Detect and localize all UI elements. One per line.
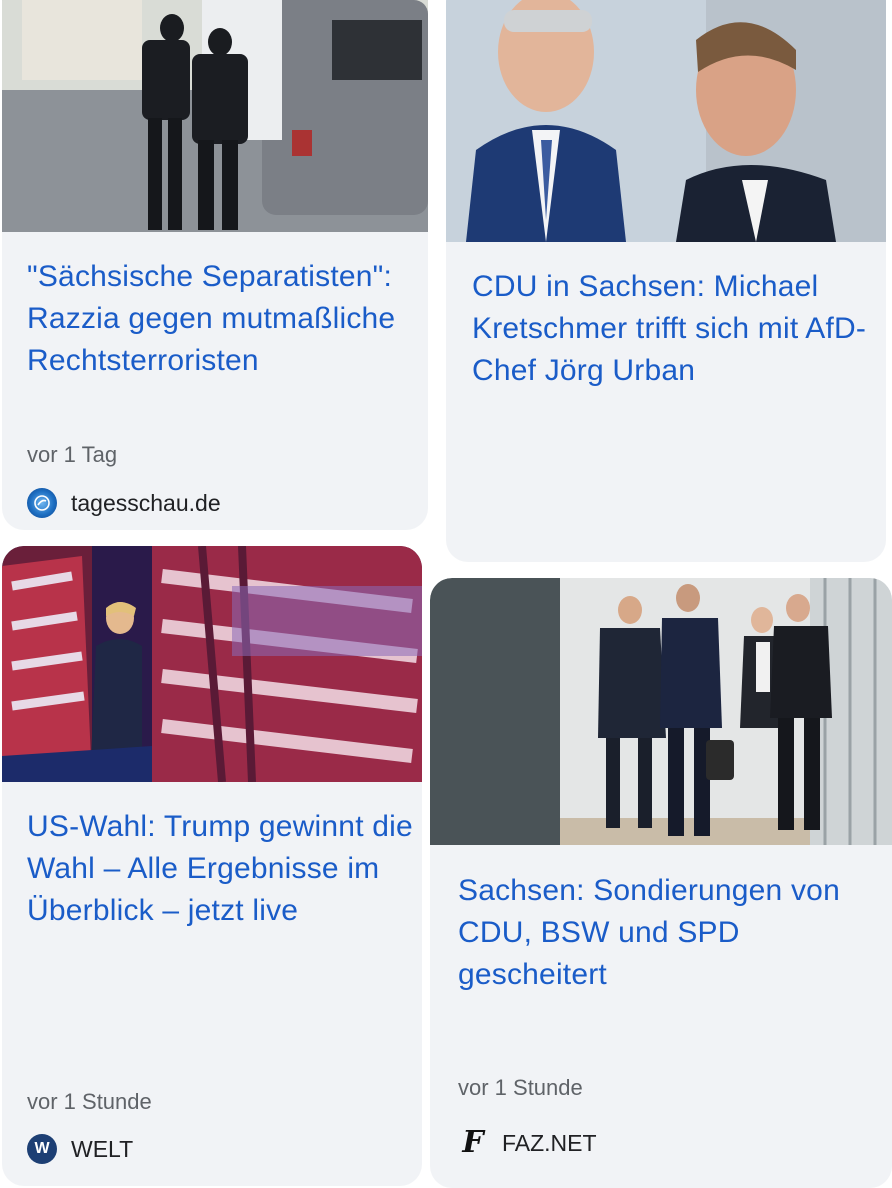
headline[interactable]: US-Wahl: Trump gewinnt die Wahl – Alle E…	[27, 806, 419, 932]
timestamp: vor 1 Stunde	[27, 1089, 152, 1114]
faz-logo-icon: F	[462, 1125, 484, 1160]
source[interactable]: W WELT	[27, 1134, 133, 1164]
trump-flags-thumbnail	[2, 546, 422, 782]
headline[interactable]: Sachsen: Sondierungen von CDU, BSW und S…	[458, 870, 888, 996]
source[interactable]: tagesschau.de	[27, 488, 221, 518]
timestamp: vor 1 Stunde	[458, 1075, 583, 1100]
politicians-thumbnail	[446, 0, 886, 242]
headline[interactable]: CDU in Sachsen: Michael Kretschmer triff…	[472, 266, 872, 392]
source[interactable]: F FAZ.NET	[458, 1125, 597, 1160]
welt-logo-icon: W	[27, 1134, 57, 1164]
politicians-hallway-thumbnail	[430, 578, 892, 845]
news-card-sondierungen[interactable]: Sachsen: Sondierungen von CDU, BSW und S…	[430, 578, 892, 1188]
source-name: FAZ.NET	[502, 1130, 597, 1156]
news-card-kretschmer[interactable]: CDU in Sachsen: Michael Kretschmer triff…	[446, 0, 886, 562]
news-card-us-wahl[interactable]: US-Wahl: Trump gewinnt die Wahl – Alle E…	[2, 546, 422, 1186]
source-name: tagesschau.de	[71, 490, 221, 516]
source-name: WELT	[71, 1136, 134, 1162]
news-card-razzia[interactable]: "Sächsische Separatisten": Razzia gegen …	[2, 0, 428, 530]
headline[interactable]: "Sächsische Separatisten": Razzia gegen …	[27, 256, 417, 382]
tagesschau-globe-icon	[27, 488, 57, 518]
police-raid-thumbnail	[2, 0, 428, 232]
timestamp: vor 1 Tag	[27, 442, 118, 467]
